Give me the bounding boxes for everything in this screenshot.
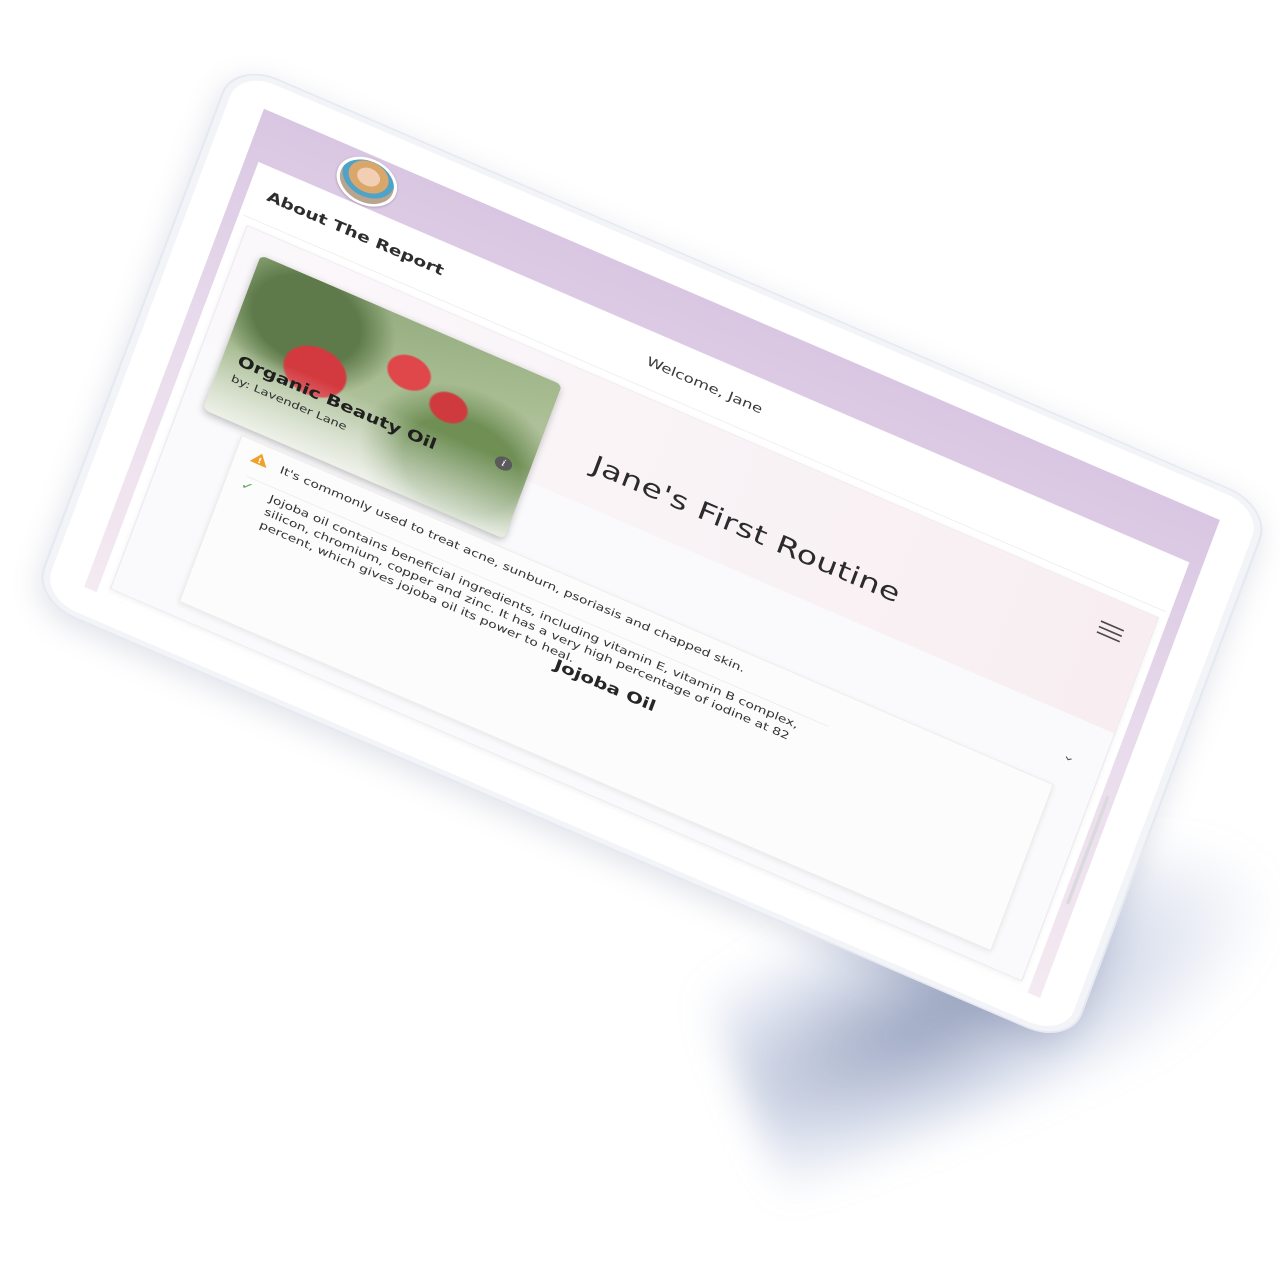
check-icon: ✓: [238, 477, 256, 496]
chevron-down-icon[interactable]: ⌄: [1058, 747, 1079, 766]
info-icon[interactable]: i: [492, 453, 515, 474]
stage: About The Report Welcome, Jane Organic B…: [0, 0, 1280, 1280]
warning-icon: [249, 450, 271, 469]
tablet-device: About The Report Welcome, Jane Organic B…: [31, 60, 1273, 1047]
product-name: Organic Beauty Oil: [235, 352, 439, 454]
